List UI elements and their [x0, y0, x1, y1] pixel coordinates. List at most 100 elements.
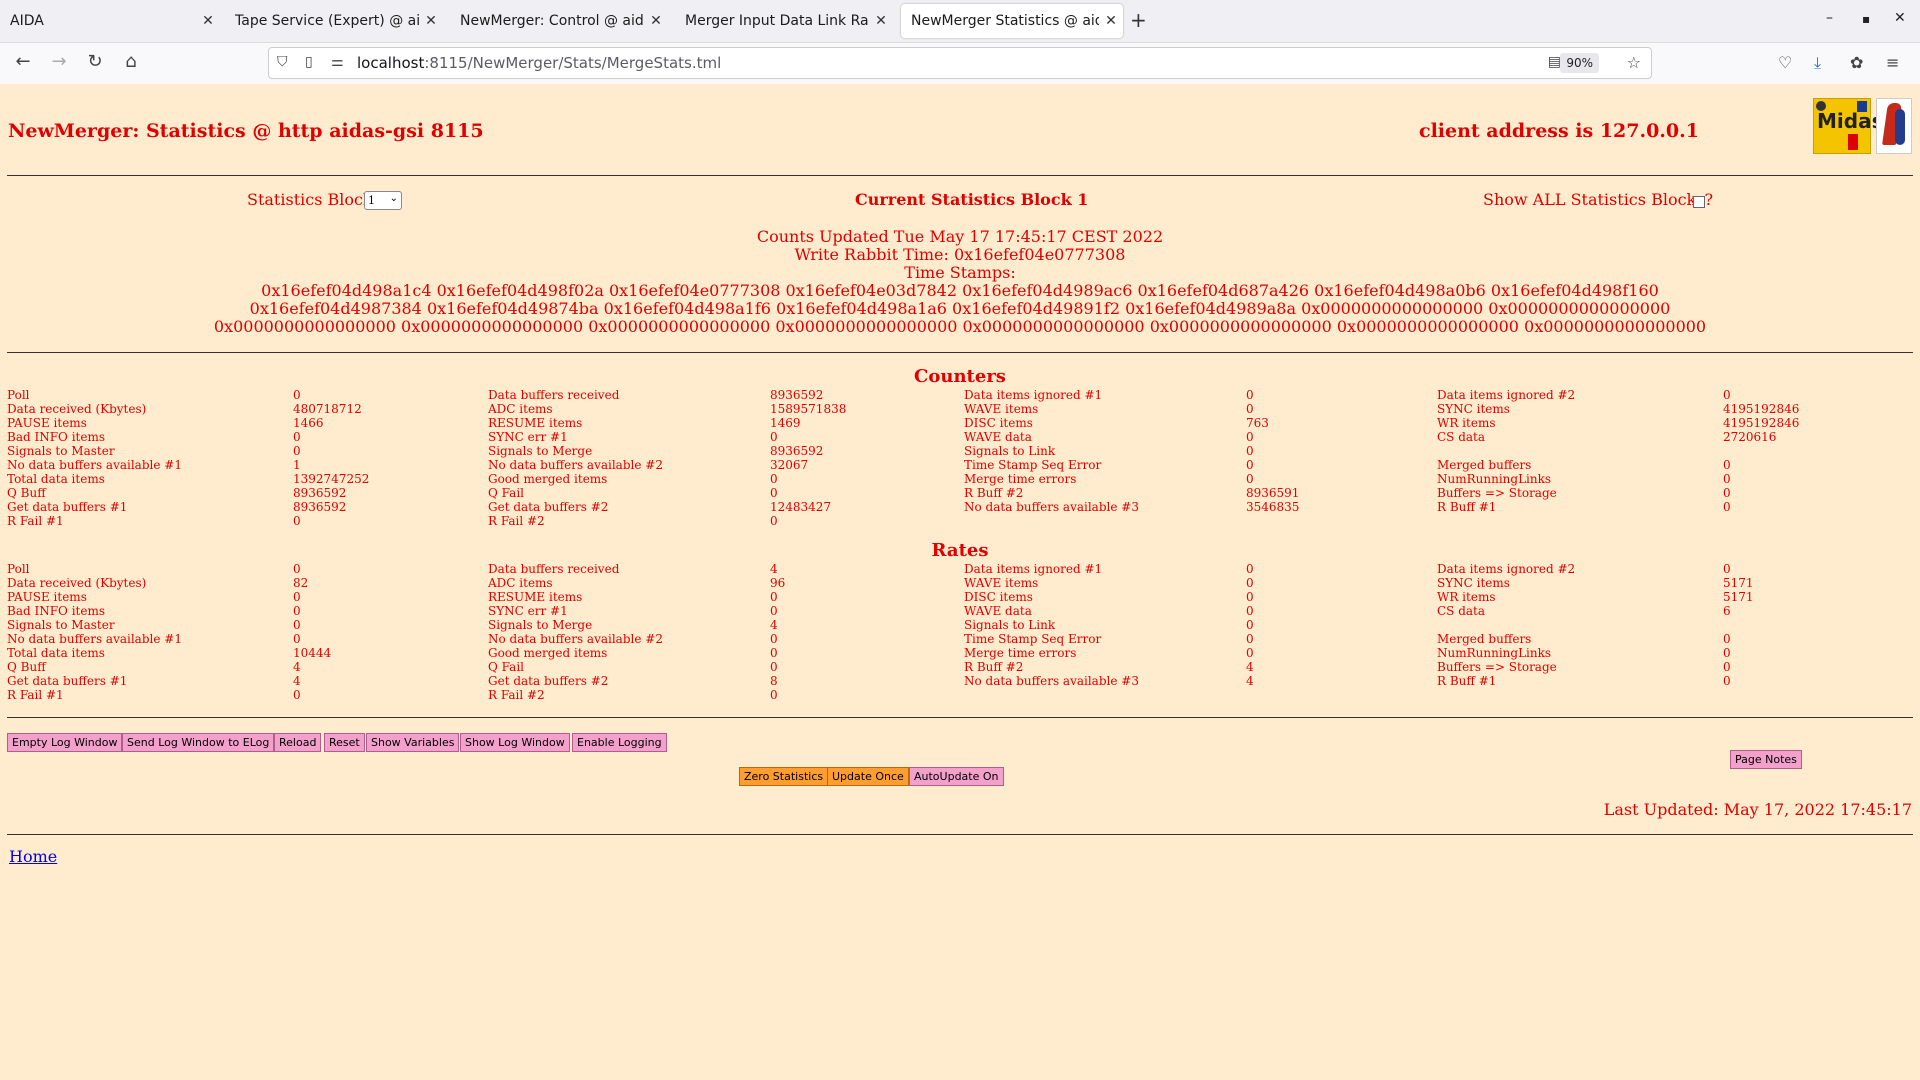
stat-label: Time Stamp Seq Error	[964, 632, 1102, 646]
stat-label: Data items ignored #1	[964, 388, 1103, 402]
last-updated: Last Updated: May 17, 2022 17:45:17	[1603, 800, 1912, 819]
url-host: localhost	[357, 54, 425, 72]
reload-button[interactable]: Reload	[274, 733, 322, 752]
stat-value: 8936592	[293, 486, 347, 500]
stat-label: Time Stamp Seq Error	[964, 458, 1102, 472]
stat-label: Get data buffers #1	[7, 500, 128, 514]
stat-label: R Buff #1	[1437, 674, 1497, 688]
stat-value: 0	[293, 688, 301, 702]
update-once-button[interactable]: Update Once	[827, 767, 909, 786]
stat-label: Get data buffers #1	[7, 674, 128, 688]
zero-statistics-button[interactable]: Zero Statistics	[739, 767, 829, 786]
stat-value: 0	[1723, 472, 1731, 486]
tab-merger-input-rates[interactable]: Merger Input Data Link Rates ✕	[675, 4, 893, 38]
home-link[interactable]: Home	[9, 847, 57, 866]
download-icon[interactable]: ⤓	[1814, 53, 1821, 73]
stat-label: Q Fail	[488, 486, 524, 500]
divider	[7, 352, 1913, 353]
close-icon[interactable]: ✕	[869, 13, 893, 29]
page-content: NewMerger: Statistics @ http aidas-gsi 8…	[0, 84, 1920, 1080]
shield-icon[interactable]: ⛉	[277, 54, 288, 70]
tcl-powered-logo	[1876, 98, 1912, 154]
reload-icon[interactable]: ↻	[82, 51, 108, 72]
send-log-to-elog-button[interactable]: Send Log Window to ELog	[122, 733, 275, 752]
page-icon: ▯	[305, 54, 313, 70]
stat-label: Data items ignored #2	[1437, 562, 1576, 576]
url-text[interactable]: localhost:8115/NewMerger/Stats/MergeStat…	[357, 54, 721, 72]
stat-label: Data received (Kbytes)	[7, 402, 147, 416]
stat-value: 0	[1723, 646, 1731, 660]
enable-logging-button[interactable]: Enable Logging	[572, 733, 667, 752]
url-bar[interactable]: ⛉ ▯ ⚌ localhost:8115/NewMerger/Stats/Mer…	[268, 47, 1652, 79]
midas-logo: Midas	[1813, 98, 1883, 154]
stat-label: Bad INFO items	[7, 430, 105, 444]
stat-label: RESUME items	[488, 416, 583, 430]
timestamps-label: Time Stamps:	[904, 263, 1016, 282]
stat-value: 4	[293, 660, 301, 674]
stat-value: 0	[1723, 562, 1731, 576]
stat-label: No data buffers available #1	[7, 458, 182, 472]
stat-value: 480718712	[293, 402, 362, 416]
menu-hamburger-icon[interactable]: ≡	[1886, 53, 1899, 72]
stat-label: PAUSE items	[7, 416, 87, 430]
stat-label: Bad INFO items	[7, 604, 105, 618]
show-variables-button[interactable]: Show Variables	[366, 733, 460, 752]
close-window-icon[interactable]: ✕	[1894, 10, 1906, 26]
stat-value: 4195192846	[1723, 416, 1800, 430]
rates-heading: Rates	[931, 540, 989, 561]
stat-label: Data buffers received	[488, 562, 620, 576]
tab-newmerger-control[interactable]: NewMerger: Control @ aidas ✕	[450, 4, 668, 38]
zoom-level-badge[interactable]: 90%	[1560, 53, 1599, 73]
new-tab-plus-icon[interactable]: +	[1130, 8, 1147, 32]
stat-label: WR items	[1437, 416, 1496, 430]
stat-value: 0	[1246, 430, 1254, 444]
extension-icon[interactable]: ✿	[1850, 53, 1863, 72]
stat-label: Signals to Master	[7, 444, 115, 458]
stat-label: SYNC err #1	[488, 430, 568, 444]
stat-value: 2720616	[1723, 430, 1777, 444]
stat-value: 8	[770, 674, 778, 688]
stat-value: 12483427	[770, 500, 832, 514]
close-icon[interactable]: ✕	[644, 13, 668, 29]
page-notes-button[interactable]: Page Notes	[1730, 750, 1802, 769]
stat-value: 0	[770, 430, 778, 444]
stat-label: Data buffers received	[488, 388, 620, 402]
minimize-icon[interactable]: –	[1826, 10, 1833, 26]
home-icon[interactable]: ⌂	[118, 51, 144, 72]
page-title: NewMerger: Statistics @ http aidas-gsi 8…	[8, 120, 484, 142]
close-icon[interactable]: ✕	[419, 13, 443, 29]
close-icon[interactable]: ✕	[1099, 13, 1123, 29]
reader-view-icon[interactable]: ▤	[1548, 54, 1561, 70]
close-icon[interactable]: ✕	[196, 13, 220, 29]
stat-label: DISC items	[964, 590, 1033, 604]
empty-log-window-button[interactable]: Empty Log Window	[7, 733, 123, 752]
forward-arrow-icon[interactable]: →	[46, 51, 72, 72]
stat-label: Merge time errors	[964, 472, 1077, 486]
stat-value: 0	[1246, 562, 1254, 576]
show-all-checkbox[interactable]	[1693, 196, 1705, 208]
show-log-window-button[interactable]: Show Log Window	[460, 733, 570, 752]
stat-value: 0	[293, 514, 301, 528]
tab-bar: AIDA ✕ Tape Service (Expert) @ aidas ✕ N…	[0, 0, 1920, 43]
maximize-icon[interactable]: ▪	[1862, 12, 1870, 26]
stats-block-select[interactable]: 1 ⌄	[364, 191, 402, 210]
tab-aida[interactable]: AIDA ✕	[0, 4, 220, 38]
stat-value: 0	[770, 646, 778, 660]
stat-label: Get data buffers #2	[488, 674, 609, 688]
stat-value: 1	[293, 458, 301, 472]
tab-tape-service[interactable]: Tape Service (Expert) @ aidas ✕	[225, 4, 443, 38]
tab-title: Merger Input Data Link Rates	[685, 13, 869, 29]
stat-label: R Buff #2	[964, 486, 1024, 500]
reset-button[interactable]: Reset	[324, 733, 365, 752]
stat-value: 5171	[1723, 576, 1754, 590]
autoupdate-button[interactable]: AutoUpdate On	[909, 767, 1004, 786]
stat-value: 4	[770, 562, 778, 576]
pocket-icon[interactable]: ♡	[1778, 53, 1792, 72]
stat-value: 0	[1246, 388, 1254, 402]
tab-newmerger-statistics[interactable]: NewMerger Statistics @ aidas ✕	[901, 4, 1123, 38]
counters-heading: Counters	[914, 366, 1006, 387]
stat-value: 0	[1246, 576, 1254, 590]
back-arrow-icon[interactable]: ←	[10, 51, 36, 72]
bookmark-star-icon[interactable]: ☆	[1627, 53, 1641, 72]
permissions-icon[interactable]: ⚌	[331, 54, 344, 70]
